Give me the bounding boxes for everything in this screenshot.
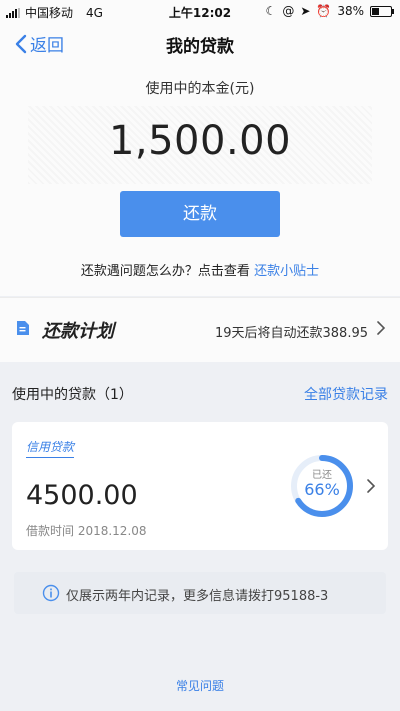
repayment-plan-title: 还款计划 — [42, 321, 114, 342]
loan-type: 信用贷款 — [26, 438, 75, 458]
repay-help-text: 还款遇问题怎么办？点击查看 — [80, 264, 250, 279]
repay-help: 还款遇问题怎么办？点击查看 还款小贴士 — [0, 260, 400, 279]
location-icon: ➤ — [300, 4, 311, 18]
document-icon — [17, 321, 29, 335]
navigation-bar: 返回 我的贷款 — [0, 22, 400, 64]
page-title: 我的贷款 — [166, 37, 234, 57]
info-icon — [42, 584, 60, 602]
notice-text: 仅展示两年内记录，更多信息请拨打95188-3 — [66, 589, 329, 604]
lock-rotation-icon: @ — [282, 4, 295, 18]
records-notice: 仅展示两年内记录，更多信息请拨打95188-3 — [14, 572, 386, 614]
repayment-plan-row[interactable]: 还款计划 19天后将自动还款388.95 — [0, 297, 400, 363]
moon-icon: ☾ — [265, 4, 277, 18]
principal-label: 使用中的本金(元) — [145, 81, 255, 97]
battery-icon — [370, 5, 394, 17]
repaid-percent: 66% — [304, 480, 340, 499]
battery-level — [372, 7, 379, 15]
repaid-label: 已还 — [312, 470, 332, 481]
repay-button[interactable]: 还款 — [120, 191, 280, 237]
loan-amount: 4500.00 — [26, 480, 138, 511]
battery-percent: 38% — [337, 4, 364, 18]
chevron-right-icon — [377, 321, 386, 335]
active-loans-label: 使用中的贷款（1） — [12, 387, 133, 403]
repayment-plan-info: 19天后将自动还款388.95 — [214, 326, 368, 341]
principal-panel: 使用中的本金(元) 1,500.00 还款 还款遇问题怎么办？点击查看 还款小贴… — [0, 64, 400, 296]
loan-date: 借款时间 2018.12.08 — [26, 524, 147, 538]
loans-header: 使用中的贷款（1） 全部贷款记录 — [0, 362, 400, 418]
repay-tips-link[interactable]: 还款小贴士 — [254, 264, 319, 279]
loan-card[interactable]: 信用贷款 4500.00 借款时间 2018.12.08 已还 66% — [12, 422, 388, 550]
all-loans-link[interactable]: 全部贷款记录 — [304, 384, 388, 404]
status-right: ☾ @ ➤ ⏰ 38% — [265, 4, 394, 18]
chevron-right-icon — [367, 479, 376, 493]
alarm-icon: ⏰ — [316, 4, 332, 18]
status-bar: 中国移动 4G 上午12:02 ☾ @ ➤ ⏰ 38% — [0, 0, 400, 22]
faq-link[interactable]: 常见问题 — [0, 677, 400, 694]
principal-amount: 1,500.00 — [108, 118, 292, 164]
principal-amount-box: 1,500.00 — [28, 106, 372, 184]
